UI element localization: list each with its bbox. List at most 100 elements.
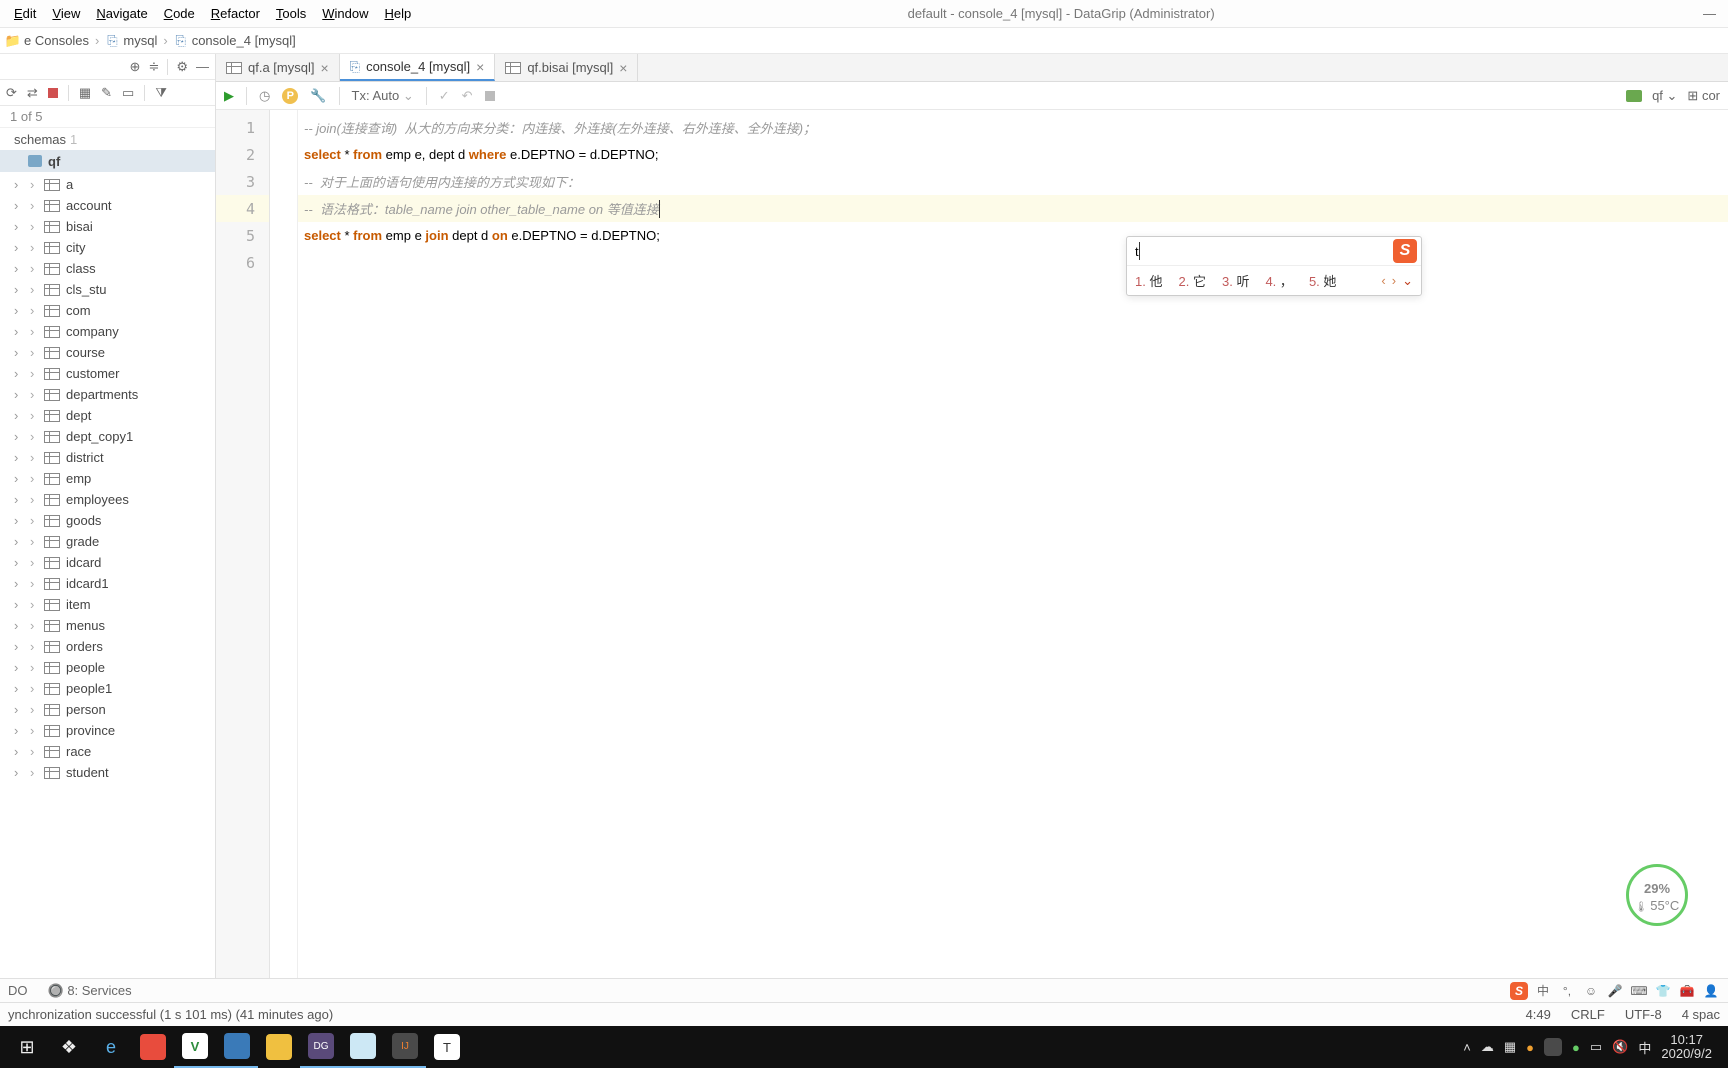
todo-tool-button[interactable]: DO	[8, 983, 28, 998]
table-node[interactable]: ››bisai	[0, 216, 215, 237]
table-node[interactable]: ››course	[0, 342, 215, 363]
ime-candidate-5[interactable]: 5. 她	[1309, 271, 1336, 290]
stop-icon[interactable]	[485, 91, 495, 101]
table-node[interactable]: ››goods	[0, 510, 215, 531]
close-icon[interactable]: ×	[320, 60, 328, 76]
commit-icon[interactable]: ✓	[439, 88, 450, 104]
tray-icon[interactable]: ▭	[1590, 1039, 1602, 1055]
filter-icon[interactable]: ⧩	[155, 85, 167, 101]
table-node[interactable]: ››people1	[0, 678, 215, 699]
table-node[interactable]: ››dept	[0, 405, 215, 426]
tray-icon[interactable]: ●	[1526, 1040, 1534, 1055]
ime-lang-icon[interactable]: 中	[1534, 982, 1552, 1000]
ime-candidate-4[interactable]: 4. ，	[1265, 271, 1292, 290]
taskbar-start-button[interactable]: ⊞	[6, 1026, 48, 1068]
table-node[interactable]: ››province	[0, 720, 215, 741]
table-node[interactable]: ››employees	[0, 489, 215, 510]
wrench-icon[interactable]: 🔧	[310, 88, 326, 104]
history-icon[interactable]: ◷	[259, 88, 270, 104]
status-line-separator[interactable]: CRLF	[1571, 1007, 1605, 1022]
taskbar-notepad-icon[interactable]	[342, 1026, 384, 1068]
table-node[interactable]: ››people	[0, 657, 215, 678]
table-node[interactable]: ››class	[0, 258, 215, 279]
collapse-icon[interactable]: ≑	[148, 59, 159, 75]
breadcrumb-consoles[interactable]: e Consoles	[24, 33, 89, 48]
minimize-panel-icon[interactable]: —	[196, 59, 209, 74]
table-node[interactable]: ››city	[0, 237, 215, 258]
table-node[interactable]: ››com	[0, 300, 215, 321]
run-icon[interactable]: ▶	[224, 88, 234, 104]
ime-expand-icon[interactable]: ⌄	[1402, 273, 1413, 289]
ime-toolbox-icon[interactable]: 🧰	[1678, 982, 1696, 1000]
ime-next-icon[interactable]: ›	[1392, 273, 1396, 289]
sogou-icon[interactable]: S	[1510, 982, 1528, 1000]
taskbar-intellij-icon[interactable]: IJ	[384, 1026, 426, 1068]
taskbar-clock[interactable]: 10:17 2020/9/2	[1661, 1033, 1712, 1061]
close-icon[interactable]: ×	[619, 60, 627, 76]
performance-widget[interactable]: 29% 🌡 55°C	[1626, 864, 1688, 926]
status-encoding[interactable]: UTF-8	[1625, 1007, 1662, 1022]
status-indent[interactable]: 4 spac	[1682, 1007, 1720, 1022]
table-node[interactable]: ››menus	[0, 615, 215, 636]
tray-icon[interactable]: ●	[1572, 1040, 1580, 1055]
taskbar-ie-icon[interactable]: e	[90, 1026, 132, 1068]
close-icon[interactable]: ×	[476, 59, 484, 75]
menu-code[interactable]: Code	[156, 2, 203, 25]
table-node[interactable]: ››emp	[0, 468, 215, 489]
ime-prev-icon[interactable]: ‹	[1381, 273, 1385, 289]
taskbar-app-icon[interactable]	[216, 1026, 258, 1068]
table-node[interactable]: ››race	[0, 741, 215, 762]
ddl-icon[interactable]: ▭	[122, 85, 134, 101]
stop-icon[interactable]	[48, 88, 58, 98]
taskbar-app-icon[interactable]	[132, 1026, 174, 1068]
edit-icon[interactable]: ✎	[101, 85, 112, 101]
schemas-row[interactable]: schemas 1	[0, 128, 215, 150]
tray-chevron-up-icon[interactable]: ˄	[1463, 1040, 1471, 1055]
tray-icon[interactable]: ▦	[1504, 1039, 1516, 1055]
tx-mode-dropdown[interactable]: Tx: Auto ⌄	[352, 88, 414, 104]
menu-view[interactable]: View	[44, 2, 88, 25]
table-view-icon[interactable]: ▦	[79, 85, 91, 101]
table-node[interactable]: ››dept_copy1	[0, 426, 215, 447]
breadcrumb-mysql[interactable]: mysql	[123, 33, 157, 48]
editor[interactable]: 1 2 3 4 5 6 -- join(连接查询) 从大的方向来分类：内连接、外…	[216, 110, 1728, 978]
table-node[interactable]: ››idcard1	[0, 573, 215, 594]
ime-mic-icon[interactable]: 🎤	[1606, 982, 1624, 1000]
datasource-cor[interactable]: ⊞ cor	[1687, 88, 1720, 104]
table-node[interactable]: ››account	[0, 195, 215, 216]
table-node[interactable]: ››grade	[0, 531, 215, 552]
table-node[interactable]: ››item	[0, 594, 215, 615]
breadcrumb-current[interactable]: console_4 [mysql]	[192, 33, 296, 48]
ime-user-icon[interactable]: 👤	[1702, 982, 1720, 1000]
tray-cloud-icon[interactable]: ☁	[1481, 1039, 1494, 1055]
taskbar-vscode-icon[interactable]: V	[174, 1026, 216, 1068]
refresh-icon[interactable]: ⟳	[6, 85, 17, 101]
taskbar-text-icon[interactable]: T	[426, 1026, 468, 1068]
taskbar-app-icon[interactable]: ❖	[48, 1026, 90, 1068]
tray-intellij-icon[interactable]	[1544, 1038, 1562, 1056]
table-node[interactable]: ››orders	[0, 636, 215, 657]
explain-plan-icon[interactable]: P	[282, 88, 298, 104]
ime-candidate-2[interactable]: 2. 它	[1178, 271, 1205, 290]
tray-volume-icon[interactable]: 🔇	[1612, 1039, 1628, 1055]
table-node[interactable]: ››district	[0, 447, 215, 468]
tab-qf-a[interactable]: qf.a [mysql] ×	[216, 54, 340, 81]
services-tool-button[interactable]: 🔘 8: Services	[48, 983, 132, 999]
database-node-qf[interactable]: qf	[0, 150, 215, 172]
menu-tools[interactable]: Tools	[268, 2, 314, 25]
rollback-icon[interactable]: ↶	[462, 88, 473, 104]
taskbar-datagrip-icon[interactable]: DG	[300, 1026, 342, 1068]
menu-navigate[interactable]: Navigate	[88, 2, 155, 25]
tab-console-4[interactable]: ⎘ console_4 [mysql] ×	[340, 54, 496, 81]
code-area[interactable]: -- join(连接查询) 从大的方向来分类：内连接、外连接(左外连接、右外连接…	[298, 110, 1728, 978]
table-node[interactable]: ››company	[0, 321, 215, 342]
ime-keyboard-icon[interactable]: ⌨	[1630, 982, 1648, 1000]
ime-candidate-3[interactable]: 3. 听	[1222, 271, 1249, 290]
datasource-qf[interactable]: qf ⌄	[1652, 88, 1677, 104]
table-node[interactable]: ››person	[0, 699, 215, 720]
minimize-button[interactable]: —	[1703, 6, 1716, 21]
tray-lang-icon[interactable]: 中	[1638, 1038, 1651, 1057]
table-node[interactable]: ››cls_stu	[0, 279, 215, 300]
table-node[interactable]: ››departments	[0, 384, 215, 405]
ime-candidate-1[interactable]: 1. 他	[1135, 271, 1162, 290]
